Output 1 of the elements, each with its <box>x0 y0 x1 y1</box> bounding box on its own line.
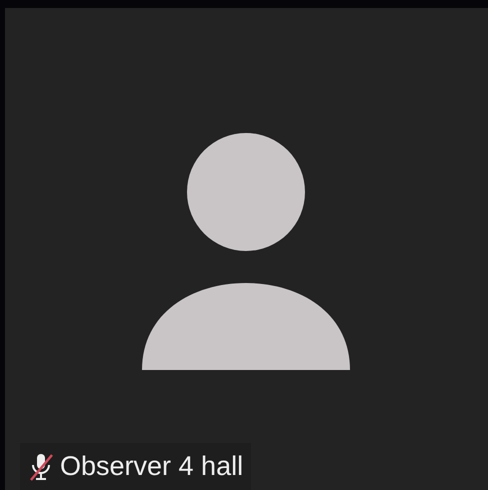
participant-name: Observer 4 hall <box>60 450 244 484</box>
